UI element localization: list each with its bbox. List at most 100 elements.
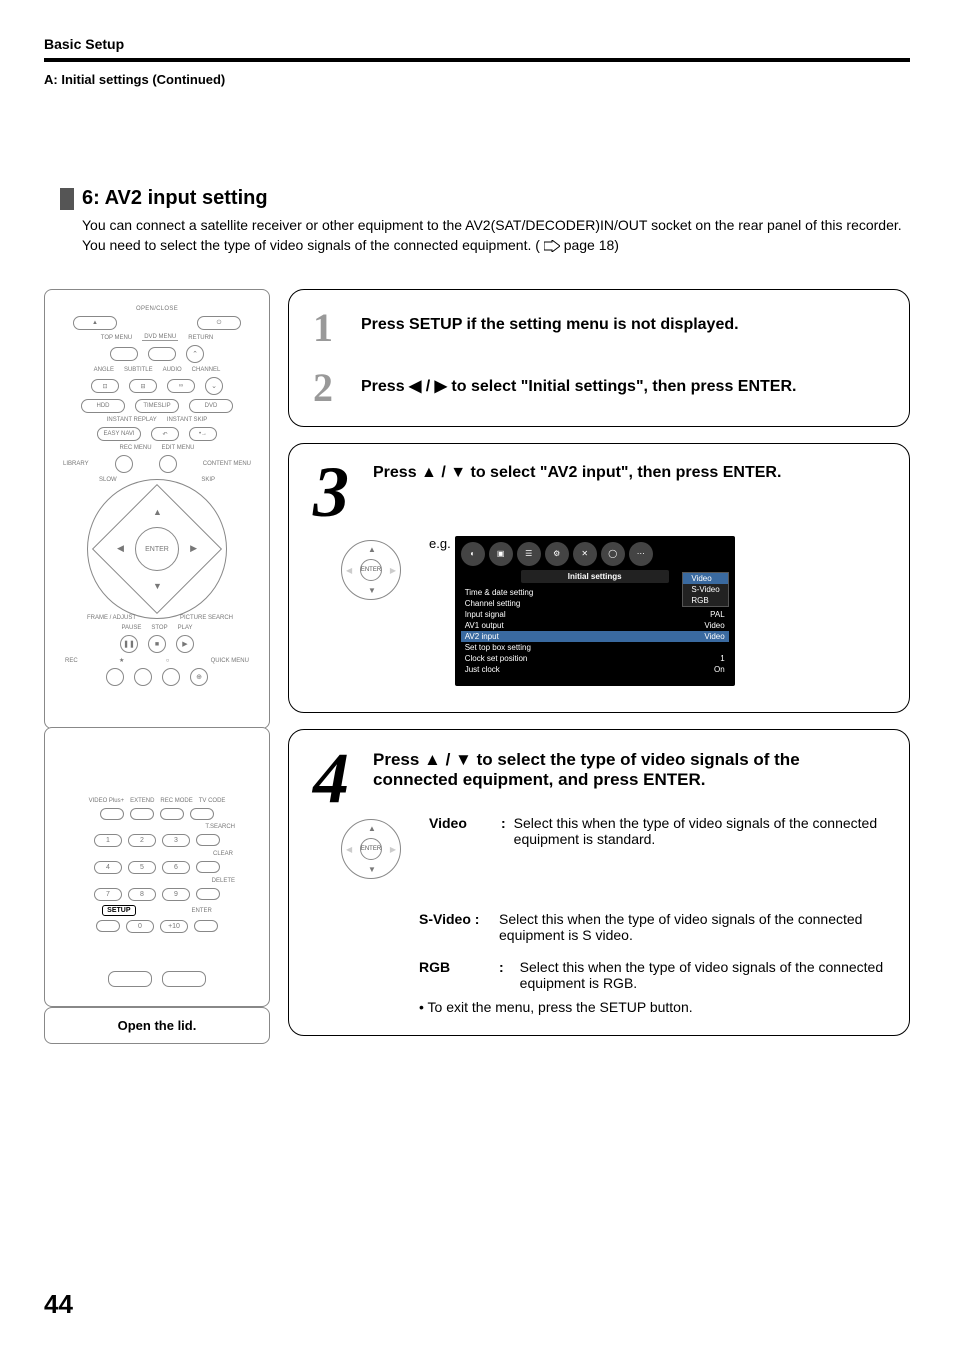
top-menu-button[interactable] [110,347,138,361]
edit-menu-label: EDIT MENU [162,445,195,451]
exit-note: • To exit the menu, press the SETUP butt… [419,999,885,1015]
osd-icon-7: ⋯ [629,542,653,566]
circle-button[interactable] [162,668,180,686]
step-1-text: Press SETUP if the setting menu is not d… [361,310,885,334]
subtitle: A: Initial settings (Continued) [44,72,910,87]
key-5[interactable]: 5 [128,861,156,874]
key-9[interactable]: 9 [162,888,190,901]
skip-label: SKIP [201,477,215,483]
quick-menu-label: QUICK MENU [211,658,249,664]
nav-down-icon-4: ▼ [368,865,376,874]
picture-search-label: PICTURE SEARCH [180,615,233,621]
step-3-text: Press ▲ / ▼ to select "AV2 input", then … [373,464,885,482]
t-search-label: T.SEARCH [55,824,259,830]
slow-label: SLOW [99,477,117,483]
pause-button[interactable]: ❚❚ [120,635,138,653]
open-close-label: OPEN/CLOSE [55,306,259,312]
page-number: 44 [44,1289,73,1320]
dvd-button[interactable]: DVD [189,399,233,413]
rec-button[interactable] [106,668,124,686]
content-menu-button[interactable] [159,455,177,473]
key-4[interactable]: 4 [94,861,122,874]
key-plus10[interactable]: +10 [160,920,188,933]
key-3[interactable]: 3 [162,834,190,847]
quick-menu-button[interactable]: ⊕ [190,668,208,686]
up-arrow-icon: ▲ [153,507,162,517]
heading-row: 6: AV2 input setting [60,187,910,210]
remote-column: OPEN/CLOSE ▲ ⏻ TOP MENU DVD MENU RETURN … [44,289,270,1044]
instant-replay-label: INSTANT REPLAY [107,417,157,423]
key-8[interactable]: 8 [128,888,156,901]
hdd-button[interactable]: HDD [81,399,125,413]
page-ref-arrow-icon [544,240,560,252]
audio-button[interactable]: ∞ [167,379,195,393]
video-plus-button[interactable] [100,808,124,820]
timeslip-button[interactable]: TIMESLIP [135,399,179,413]
angle-button[interactable]: ⊡ [91,379,119,393]
foot-button-2[interactable] [162,971,206,987]
steps-column: 1 Press SETUP if the setting menu is not… [288,289,910,1052]
clear-button[interactable] [196,861,220,873]
remote-upper: OPEN/CLOSE ▲ ⏻ TOP MENU DVD MENU RETURN … [44,289,270,729]
foot-button-1[interactable] [108,971,152,987]
dvd-menu-button[interactable] [148,347,176,361]
opt-video-desc: Select this when the type of video signa… [514,815,885,847]
instant-skip-button[interactable]: •→ [189,427,217,441]
osd-panel-opt-2: RGB [683,595,727,606]
stop-button[interactable]: ■ [148,635,166,653]
return-label: RETURN [188,335,213,341]
video-plus-label: VIDEO Plus+ [89,798,125,804]
rec-mode-button[interactable] [160,808,184,820]
play-button[interactable]: ▶ [176,635,194,653]
step-box-3: 3 Press ▲ / ▼ to select "AV2 input", the… [288,443,910,713]
step-number-4: 4 [313,750,363,808]
key-0[interactable]: 0 [126,920,154,933]
osd-row-2: Input signalPAL [461,609,729,620]
enter-button[interactable]: ENTER [135,527,179,571]
nav-right-icon: ▶ [390,566,396,575]
heading-bar-icon [60,188,74,210]
key-6[interactable]: 6 [162,861,190,874]
key-2[interactable]: 2 [128,834,156,847]
instant-replay-button[interactable]: ↶ [151,427,179,441]
eject-button[interactable]: ▲ [73,316,117,330]
extend-button[interactable] [130,808,154,820]
nav-right-icon-4: ▶ [390,845,396,854]
step-4-text: Press ▲ / ▼ to select the type of video … [373,750,885,790]
osd-icon-6: ◯ [601,542,625,566]
key-7[interactable]: 7 [94,888,122,901]
intro-paragraph: You can connect a satellite receiver or … [82,216,910,255]
power-button[interactable]: ⏻ [197,316,241,330]
library-button[interactable] [115,455,133,473]
osd-panel: Video S-Video RGB [682,572,728,607]
instant-skip-label: INSTANT SKIP [167,417,207,423]
rec-label: REC [65,658,78,664]
subtitle-button[interactable]: ⊟ [129,379,157,393]
divider [44,58,910,62]
osd-row-6: Clock set position1 [461,653,729,664]
enter-key-button[interactable] [194,920,218,932]
delete-button[interactable] [196,888,220,900]
opt-svideo-label: S-Video : [419,911,483,927]
nav-down-icon: ▼ [368,586,376,595]
key-1[interactable]: 1 [94,834,122,847]
step-box-1-2: 1 Press SETUP if the setting menu is not… [288,289,910,427]
library-label: LIBRARY [63,461,89,467]
osd-row-3: AV1 outputVideo [461,620,729,631]
osd-icon-row: ◐ ▣ ☰ ⚙ ✕ ◯ ⋯ [461,542,729,566]
return-button[interactable]: ⌃ [186,345,204,363]
nav-left-icon: ◀ [346,566,352,575]
tv-code-button[interactable] [190,808,214,820]
stop-label: STOP [151,625,167,631]
easy-navi-button[interactable]: EASY NAVI [97,427,141,441]
setup-button[interactable] [96,920,120,932]
osd-icon-1: ◐ [461,542,485,566]
t-search-button[interactable] [196,834,220,846]
nav-pad[interactable]: ENTER ▲ ▼ ◀ ▶ SLOW SKIP FRAME / ADJUST P… [87,479,227,619]
step-number-3: 3 [313,464,363,522]
channel-down-button[interactable]: ⌄ [205,377,223,395]
step-2-text: Press ◀ / ▶ to select "Initial settings"… [361,370,885,396]
osd-panel-opt-0: Video [683,573,727,584]
osd-icon-4: ⚙ [545,542,569,566]
star-button[interactable] [134,668,152,686]
